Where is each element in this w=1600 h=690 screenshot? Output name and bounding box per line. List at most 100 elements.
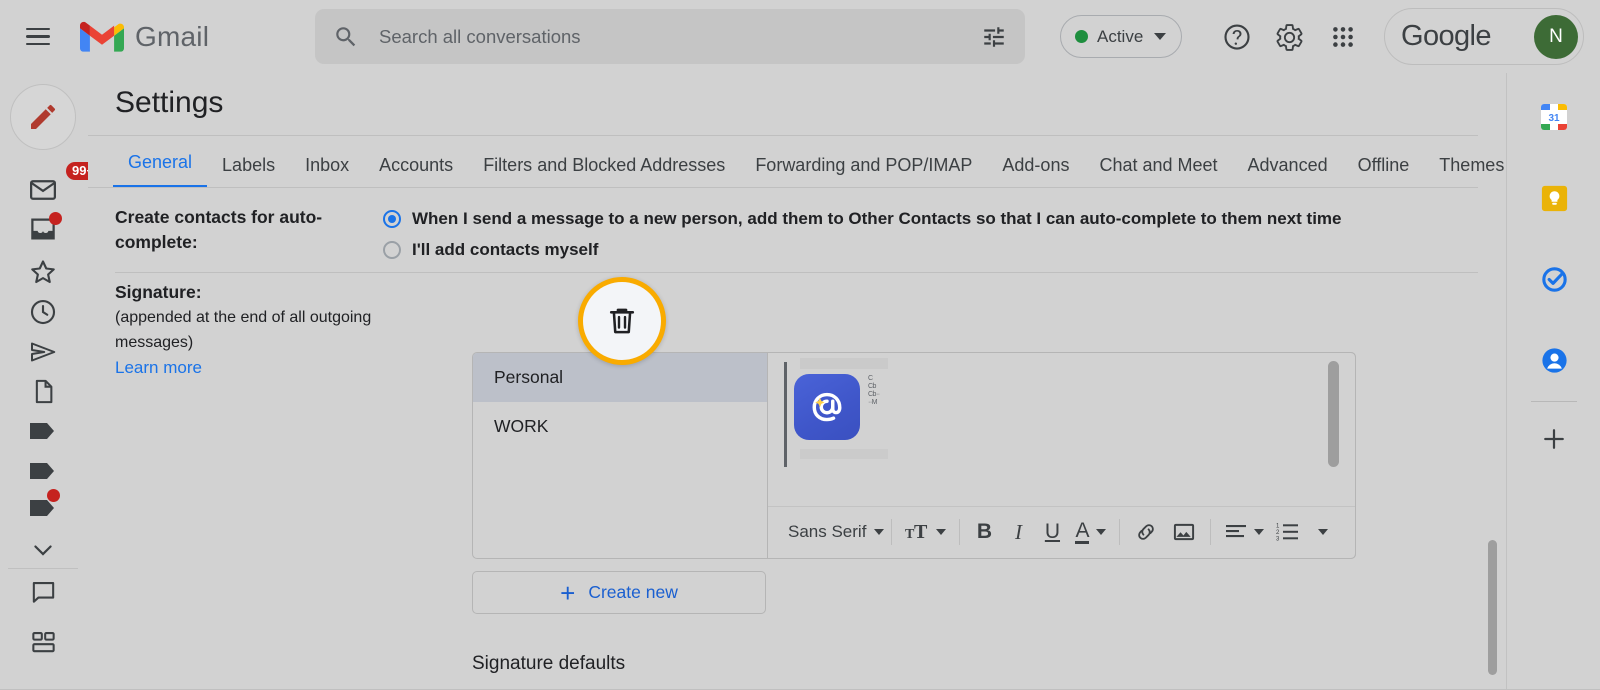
font-family-dropdown[interactable]: Sans Serif <box>778 512 885 552</box>
sidebar-item-label-2[interactable] <box>12 451 74 491</box>
autocomplete-option-auto[interactable]: When I send a message to a new person, a… <box>383 207 1342 230</box>
sidebar-item-label-1[interactable] <box>12 411 74 451</box>
signature-learn-more-link[interactable]: Learn more <box>115 355 383 380</box>
signature-editor: C Cb Cb·· ··M Sans Serif T T B I U A 1 2… <box>767 352 1356 559</box>
autocomplete-row: Create contacts for auto- complete: When… <box>115 205 1478 277</box>
right-side-panel: 31 <box>1506 73 1600 690</box>
tab-addons[interactable]: Add-ons <box>987 146 1084 188</box>
tab-forwarding[interactable]: Forwarding and POP/IMAP <box>740 146 987 188</box>
chevron-down-icon <box>1154 33 1167 40</box>
avatar[interactable]: N <box>1534 14 1578 59</box>
sidebar-item-label-3[interactable] <box>12 488 74 530</box>
star-icon <box>31 260 55 284</box>
search-input[interactable]: Search all conversations <box>379 26 981 48</box>
clock-icon <box>30 299 56 325</box>
side-panel-calendar[interactable]: 31 <box>1534 97 1574 137</box>
tab-inbox[interactable]: Inbox <box>290 146 364 188</box>
align-button[interactable] <box>1218 512 1270 552</box>
delete-signature-button[interactable] <box>578 277 666 365</box>
align-left-icon <box>1226 525 1247 538</box>
google-account-button[interactable]: Google N <box>1384 8 1584 65</box>
radio-manual-add[interactable] <box>383 241 401 259</box>
signature-side-panel <box>1282 352 1356 559</box>
bold-button[interactable]: B <box>967 512 1001 552</box>
gmail-logo[interactable]: Gmail <box>80 20 209 54</box>
text-color-button[interactable]: A <box>1069 512 1112 552</box>
tab-advanced[interactable]: Advanced <box>1233 146 1343 188</box>
help-button[interactable] <box>1214 14 1260 60</box>
tab-themes[interactable]: Themes <box>1424 146 1506 188</box>
svg-text:3: 3 <box>1276 537 1280 543</box>
google-calendar-icon: 31 <box>1541 104 1567 130</box>
sidebar-item-drafts[interactable] <box>12 371 74 411</box>
sidebar-item-starred[interactable] <box>12 252 74 292</box>
tab-accounts[interactable]: Accounts <box>364 146 468 188</box>
calendar-day-number: 31 <box>1548 113 1560 124</box>
google-keep-icon <box>1541 185 1567 211</box>
create-new-signature-button[interactable]: + Create new <box>472 571 766 614</box>
toolbar-divider <box>959 519 961 545</box>
gmail-settings-screen: Gmail Search all conversations Active Go… <box>0 0 1600 690</box>
signature-item-work[interactable]: WORK <box>473 402 767 451</box>
side-panel-keep[interactable] <box>1534 178 1574 218</box>
side-panel-get-addons[interactable] <box>1534 419 1574 459</box>
tab-offline[interactable]: Offline <box>1343 146 1425 188</box>
inbox-envelope-icon <box>30 179 56 200</box>
signature-label-block: Signature: (appended at the end of all o… <box>115 280 383 380</box>
quote-bar <box>784 362 787 467</box>
settings-button[interactable] <box>1266 14 1312 60</box>
sidebar-item-snoozed[interactable] <box>12 292 74 332</box>
sidebar-item-inbox[interactable]: 99+ <box>12 161 101 212</box>
autocomplete-label-line1: Create contacts for auto- <box>115 207 323 227</box>
side-panel-tasks[interactable] <box>1534 259 1574 299</box>
chat-bubble-icon <box>32 581 54 603</box>
create-new-label: Create new <box>588 582 678 602</box>
sidebar-item-more[interactable] <box>12 530 74 570</box>
editor-tiny-text: C Cb Cb·· ··M <box>868 375 880 406</box>
page-title: Settings <box>115 86 224 119</box>
gear-icon <box>1276 23 1302 51</box>
text-size-button[interactable]: T T <box>899 512 952 552</box>
underline-button[interactable]: U <box>1035 512 1069 552</box>
sidebar-item-spaces[interactable] <box>12 622 74 662</box>
autocomplete-option-manual[interactable]: I'll add contacts myself <box>383 238 1342 261</box>
text-size-icon: T T <box>905 521 928 543</box>
insert-link-button[interactable] <box>1127 512 1165 552</box>
page-scrollbar[interactable] <box>1488 540 1497 675</box>
at-symbol-app-icon[interactable] <box>794 374 860 440</box>
search-bar[interactable]: Search all conversations <box>315 9 1025 64</box>
hamburger-menu-icon[interactable] <box>14 13 62 61</box>
sidebar-item-important[interactable] <box>12 211 74 251</box>
toolbar-divider <box>891 519 893 545</box>
search-options-icon[interactable] <box>981 24 1007 50</box>
status-chip-active[interactable]: Active <box>1060 15 1183 58</box>
title-divider <box>88 135 1478 136</box>
tab-general[interactable]: General <box>113 143 208 188</box>
signature-toolbar: Sans Serif T T B I U A 1 2 3 <box>768 506 1355 558</box>
toolbar-divider <box>1119 519 1121 545</box>
tab-chat-and-meet[interactable]: Chat and Meet <box>1084 146 1232 188</box>
side-panel-contacts[interactable] <box>1534 340 1574 380</box>
top-header: Gmail Search all conversations Active Go… <box>0 0 1600 73</box>
google-apps-button[interactable] <box>1320 14 1366 60</box>
document-icon <box>35 379 52 403</box>
insert-image-button[interactable] <box>1165 512 1203 552</box>
radio-auto-add[interactable] <box>383 210 401 228</box>
gmail-m-icon <box>80 21 124 52</box>
autocomplete-label: Create contacts for auto- complete: <box>115 205 383 255</box>
left-nav-rail: 99+ <box>0 73 101 690</box>
google-label: Google <box>1401 20 1492 52</box>
compose-button[interactable] <box>10 84 76 150</box>
font-family-label: Sans Serif <box>788 522 867 541</box>
important-dot <box>49 211 62 225</box>
signature-hint-line1: (appended at the end of all outgoing <box>115 309 372 326</box>
side-panel-divider <box>1531 401 1577 402</box>
sidebar-item-chat[interactable] <box>12 572 74 612</box>
google-contacts-icon <box>1541 347 1567 373</box>
italic-button[interactable]: I <box>1001 512 1035 552</box>
tab-labels[interactable]: Labels <box>207 146 290 188</box>
tab-filters[interactable]: Filters and Blocked Addresses <box>468 146 740 188</box>
signature-editor-canvas[interactable]: C Cb Cb·· ··M <box>768 353 1355 507</box>
label-tag-icon <box>30 423 54 439</box>
sidebar-item-sent[interactable] <box>12 332 74 372</box>
